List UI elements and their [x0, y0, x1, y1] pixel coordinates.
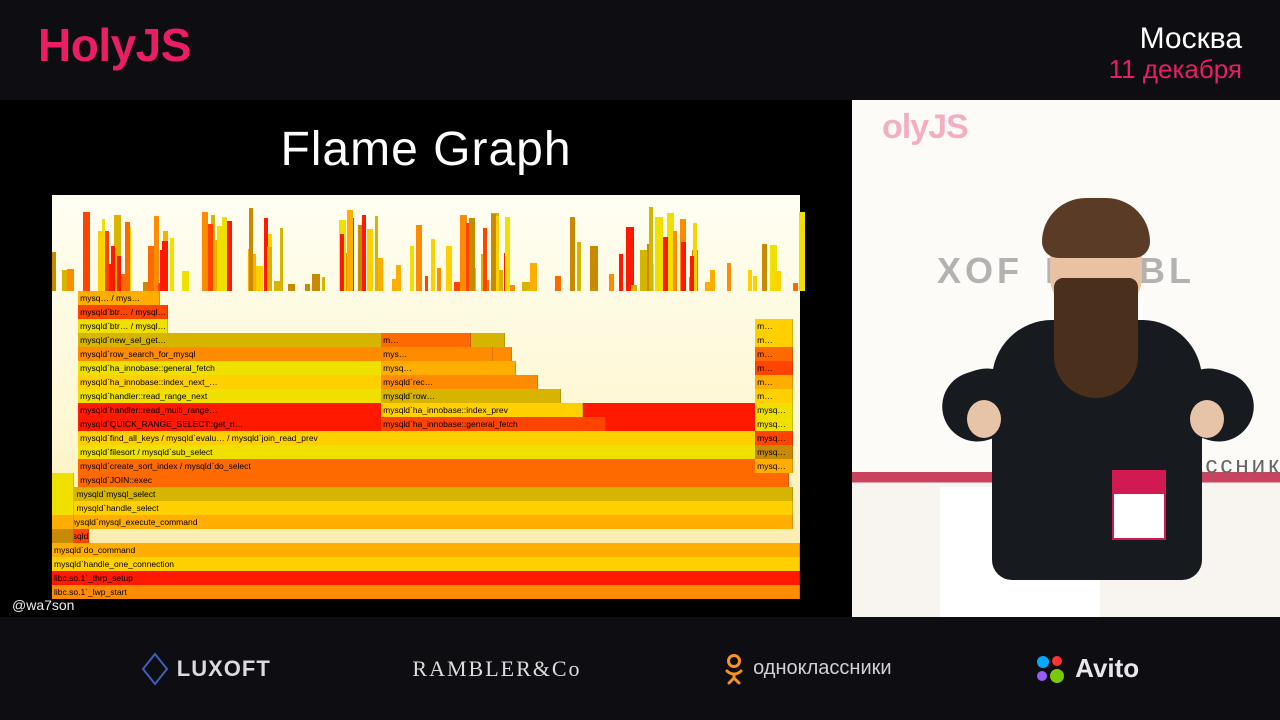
sponsor-luxoft: LUXOFT	[141, 652, 271, 686]
camera-feed: olyJS XOF RAMBL ассники	[852, 100, 1280, 617]
sponsor-rambler: RAMBLER&Cᴏ	[412, 656, 581, 682]
flame-frame: mysq… / mys…	[78, 291, 160, 305]
brand-logo: HolyJS	[38, 18, 191, 72]
event-date-text: 11 декабря	[1109, 54, 1242, 85]
sponsor-odnoklassniki: одноклассники	[723, 653, 891, 685]
flame-frame: m…	[381, 333, 471, 347]
presentation-slide: Flame Graph libc.so.1`_lwp_startlibc.so.…	[0, 100, 852, 617]
speaker-figure	[962, 160, 1232, 610]
event-city: Москва	[1109, 22, 1242, 56]
flame-frame: mysqld`ha_innobase::general_fetch	[381, 417, 605, 431]
speaker-handle: @wa7son	[12, 597, 74, 613]
slide-title: Flame Graph	[0, 100, 852, 177]
flame-frame: mysqld`create_sort_index / mysqld`do_sel…	[78, 459, 789, 473]
flame-frame: mysqld`mysql_select	[74, 487, 792, 501]
flame-frame: mysqld`btr… / mysql…	[78, 305, 168, 319]
sponsor-avito: Avito	[1033, 652, 1139, 686]
flame-frame: mysq…	[381, 361, 516, 375]
flame-frame: mysqld`rec…	[381, 375, 538, 389]
flame-frame: libc.so.1`_lwp_start	[52, 585, 800, 599]
flame-frame: mysqld`mysql_execute_command	[67, 515, 793, 529]
event-date: Москва 11 декабря	[1109, 18, 1242, 85]
luxoft-icon	[141, 652, 169, 686]
flame-frame: mysqld`ha_innobase::index_prev	[381, 403, 583, 417]
backdrop-brand: olyJS	[882, 108, 968, 147]
flame-frame: mysqld`do_command	[52, 543, 800, 557]
flame-frame: mysqld`btr… / mysql…	[78, 319, 168, 333]
flame-frame: mysqld`handle_select	[74, 501, 792, 515]
flame-frame: mysqld`row…	[381, 389, 561, 403]
flame-frame: libc.so.1`_thrp_setup	[52, 571, 800, 585]
avito-icon	[1033, 652, 1067, 686]
ok-icon	[723, 653, 745, 685]
flame-frame: mysqld`find_all_keys / mysqld`evalu… / m…	[78, 431, 789, 445]
flame-frame: mys…	[381, 347, 493, 361]
header: HolyJS Москва 11 декабря	[0, 0, 1280, 100]
sponsor-bar: LUXOFT RAMBLER&Cᴏ одноклассники Avito	[0, 617, 1280, 720]
flame-frame: mysqld`handle_one_connection	[52, 557, 800, 571]
flame-frame: mysqld`filesort / mysqld`sub_select	[78, 445, 789, 459]
flame-frame: mysqld`JOIN::exec	[78, 473, 789, 487]
lanyard-badge	[1112, 470, 1166, 540]
flame-graph: libc.so.1`_lwp_startlibc.so.1`_thrp_setu…	[52, 195, 800, 599]
